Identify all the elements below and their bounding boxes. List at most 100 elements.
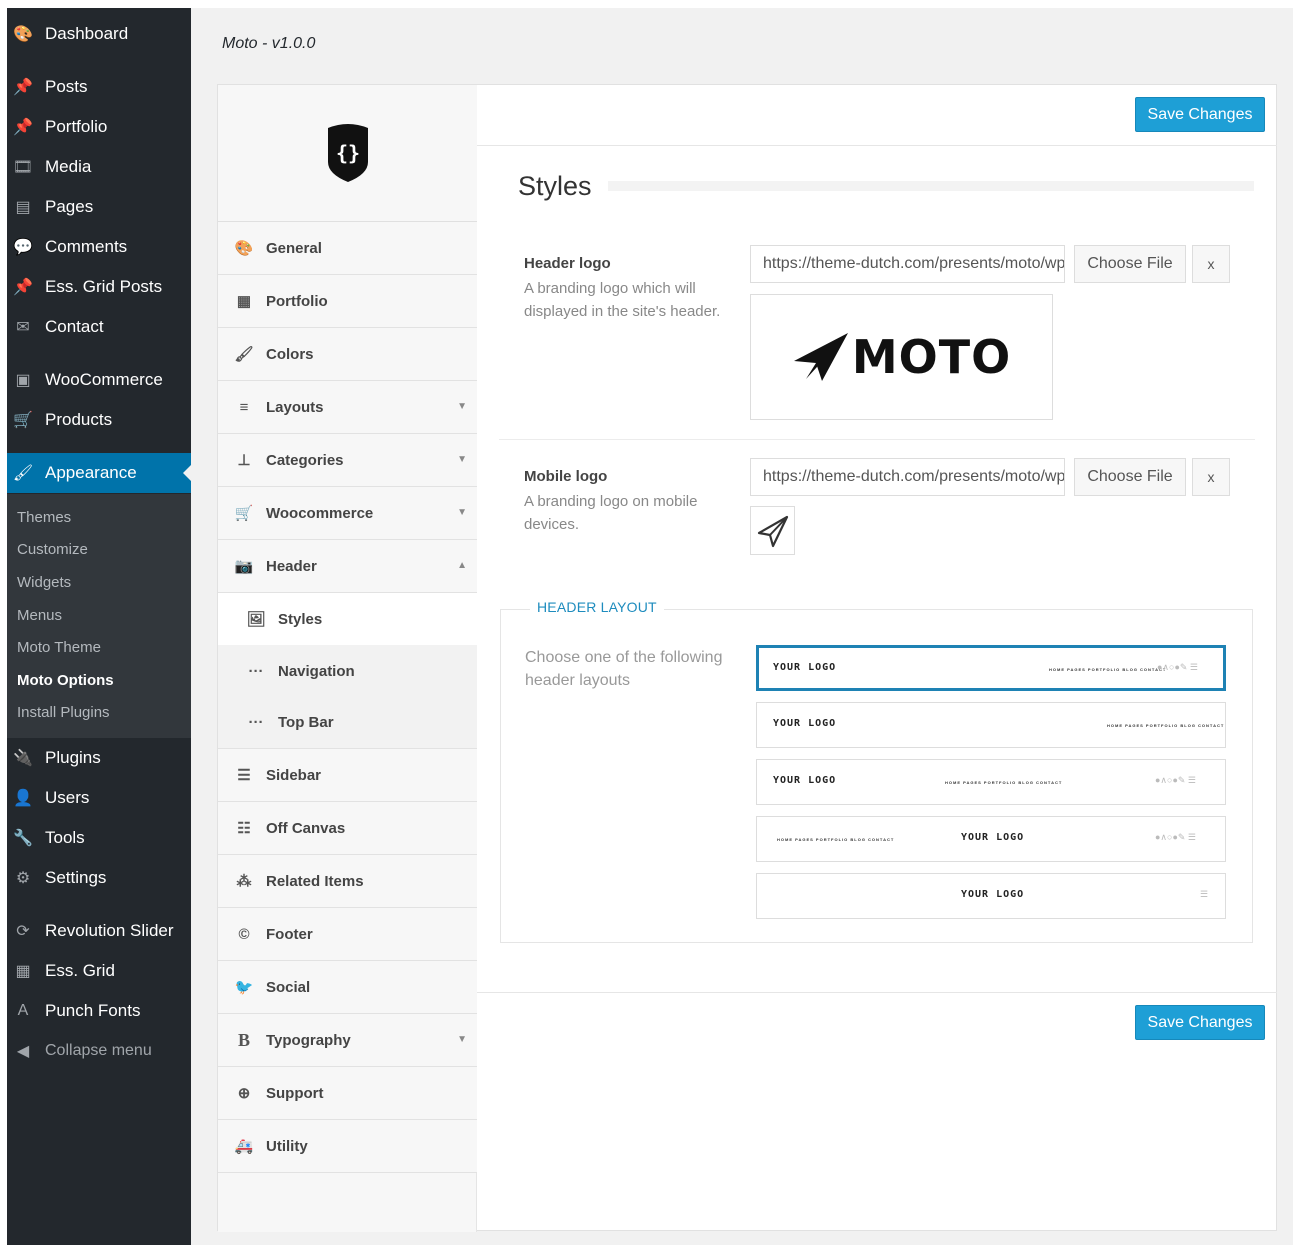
submenu-customize[interactable]: Customize [17, 541, 88, 558]
nav-header[interactable]: 📷 Header ▲ [218, 540, 477, 593]
nav-support[interactable]: ⊕ Support [218, 1067, 477, 1120]
nav-categories[interactable]: ⊥ Categories ▼ [218, 434, 477, 487]
layout-logo-text: YOUR LOGO [773, 775, 837, 786]
layout-icons: ●∧○●✎ ☰ [1157, 662, 1199, 672]
pin-icon: 📌 [13, 79, 33, 96]
chevron-up-icon: ▲ [457, 560, 467, 571]
brush-icon: 🖌 [234, 346, 254, 363]
mobile-logo-desc: A branding logo on mobile devices. [524, 493, 698, 533]
layout-option-3[interactable]: YOUR LOGO HOME PAGES PORTFOLIO BLOG CONT… [756, 759, 1226, 805]
submenu-moto-options[interactable]: Moto Options [17, 672, 114, 689]
nav-label: Styles [278, 610, 323, 628]
save-button-top[interactable]: Save Changes [1135, 97, 1265, 132]
header-logo-url-input[interactable]: https://theme-dutch.com/presents/moto/wp… [750, 245, 1065, 283]
nav-related-items[interactable]: ⁂ Related Items [218, 855, 477, 908]
nav-styles[interactable]: 🖼 Styles [218, 593, 477, 645]
refresh-icon: ⟳ [16, 923, 30, 940]
menu-item-appearance[interactable]: 🖌 Appearance [7, 453, 191, 493]
menu-item-users[interactable]: 👤 Users [7, 778, 191, 818]
wp-admin-frame: 🎨 Dashboard 📌 Posts 📌 Portfolio 🎞 Media ▤ Pag… [7, 8, 1293, 1245]
layout-logo-text: YOUR LOGO [961, 889, 1025, 900]
menu-item-revolution-slider[interactable]: ⟳ Revolution Slider [7, 911, 191, 951]
sitemap-icon: ⊥ [237, 452, 251, 469]
menu-item-woocommerce[interactable]: ▣ WooCommerce [7, 360, 191, 400]
menu-label: Ess. Grid Posts [45, 277, 163, 296]
menu-item-ess-grid-posts[interactable]: 📌 Ess. Grid Posts [7, 267, 191, 307]
dashboard-icon: 🎨 [234, 240, 254, 257]
submenu-themes[interactable]: Themes [17, 509, 71, 526]
nav-social[interactable]: 🐦 Social [218, 961, 477, 1014]
media-icon: 🎞 [12, 159, 34, 176]
nav-footer[interactable]: © Footer [218, 908, 477, 961]
menu-item-settings[interactable]: ⚙ Settings [7, 858, 191, 898]
menu-item-tools[interactable]: 🔧 Tools [7, 818, 191, 858]
layout-menu-text: HOME PAGES PORTFOLIO BLOG CONTACT [777, 837, 895, 842]
nav-utility[interactable]: 🚑 Utility [218, 1120, 477, 1173]
nav-typography[interactable]: B Typography ▼ [218, 1014, 477, 1067]
menu-item-contact[interactable]: ✉ Contact [7, 307, 191, 347]
nav-label: Header [266, 557, 317, 575]
menu-item-portfolio[interactable]: 📌 Portfolio [7, 107, 191, 147]
image-icon: 🖼 [246, 611, 266, 628]
submenu-widgets[interactable]: Widgets [17, 574, 71, 591]
nav-general[interactable]: 🎨 General [218, 222, 477, 275]
user-icon: 👤 [13, 790, 33, 807]
layout-option-1[interactable]: YOUR LOGO HOME PAGES PORTFOLIO BLOG CONT… [756, 645, 1226, 691]
mobile-logo-label: Mobile logo [524, 468, 608, 485]
nav-off-canvas[interactable]: ☷ Off Canvas [218, 802, 477, 855]
mobile-logo-choose-button[interactable]: Choose File [1074, 458, 1186, 496]
header-logo-choose-button[interactable]: Choose File [1074, 245, 1186, 283]
chevron-down-icon: ▼ [457, 1034, 467, 1045]
collapse-menu-button[interactable]: ◀ Collapse menu [7, 1031, 191, 1071]
cart-icon: 🛒 [234, 505, 254, 522]
nav-portfolio[interactable]: ▦ Portfolio [218, 275, 477, 328]
menu-item-plugins[interactable]: 🔌 Plugins [7, 738, 191, 778]
submenu-install-plugins[interactable]: Install Plugins [17, 704, 110, 721]
nav-label: Typography [266, 1031, 351, 1049]
layouts-icon: ≡ [239, 398, 249, 416]
nav-label: General [266, 239, 322, 257]
shield-logo-icon: {} [327, 124, 368, 182]
menu-item-products[interactable]: 🛒 Products [7, 400, 191, 440]
layout-option-4[interactable]: HOME PAGES PORTFOLIO BLOG CONTACT YOUR L… [756, 816, 1226, 862]
nav-woocommerce[interactable]: 🛒 Woocommerce ▼ [218, 487, 477, 540]
appearance-submenu: Themes Customize Widgets Menus Moto Them… [7, 494, 191, 738]
nav-colors[interactable]: 🖌 Colors [218, 328, 477, 381]
submenu-moto-theme[interactable]: Moto Theme [17, 639, 101, 656]
save-button-bottom[interactable]: Save Changes [1135, 1005, 1265, 1040]
menu-item-comments[interactable]: 💬 Comments [7, 227, 191, 267]
cubes-icon: ⁂ [236, 873, 252, 890]
nav-top-bar[interactable]: ··· Top Bar [218, 697, 477, 749]
admin-menu: 🎨 Dashboard 📌 Posts 📌 Portfolio 🎞 Media ▤ Pag… [7, 8, 191, 1245]
menu-label: Settings [45, 868, 107, 887]
menu-label: Products [45, 410, 113, 429]
menu-item-punch-fonts[interactable]: A Punch Fonts [7, 991, 191, 1031]
layout-option-2[interactable]: YOUR LOGO HOME PAGES PORTFOLIO BLOG CONT… [756, 702, 1226, 748]
mobile-logo-url-input[interactable]: https://theme-dutch.com/presents/moto/wp… [750, 458, 1065, 496]
options-panel: {} 🎨 General ▦ Portfolio 🖌 Colors ≡ Layouts ▼… [217, 84, 1277, 1232]
submenu-menus[interactable]: Menus [17, 607, 62, 624]
mobile-logo-preview [750, 506, 795, 555]
nav-layouts[interactable]: ≡ Layouts ▼ [218, 381, 477, 434]
menu-item-media[interactable]: 🎞 Media [7, 147, 191, 187]
layout-icons: ●∧○●✎ ☰ [1155, 832, 1197, 842]
menu-item-posts[interactable]: 📌 Posts [7, 67, 191, 107]
offcanvas-icon: ☷ [237, 820, 251, 837]
copyright-icon: © [238, 925, 250, 943]
nav-sidebar[interactable]: ☰ Sidebar [218, 749, 477, 802]
nav-label: Social [266, 978, 311, 996]
pin-icon: 📌 [13, 279, 33, 296]
menu-item-ess-grid[interactable]: ▦ Ess. Grid [7, 951, 191, 991]
nav-navigation[interactable]: ··· Navigation [218, 645, 477, 697]
menu-label: Media [45, 157, 92, 176]
top-action-bar: Save Changes [477, 85, 1277, 146]
layout-option-5[interactable]: YOUR LOGO ☰ [756, 873, 1226, 919]
menu-item-dashboard[interactable]: 🎨 Dashboard [7, 14, 191, 54]
mobile-logo-clear-button[interactable]: x [1192, 458, 1230, 496]
cart-icon: 🛒 [13, 412, 33, 429]
menu-item-pages[interactable]: ▤ Pages [7, 187, 191, 227]
header-logo-clear-button[interactable]: x [1192, 245, 1230, 283]
bold-icon: B [237, 1029, 250, 1050]
nav-label: Related Items [266, 872, 364, 890]
font-icon: A [17, 1002, 29, 1019]
